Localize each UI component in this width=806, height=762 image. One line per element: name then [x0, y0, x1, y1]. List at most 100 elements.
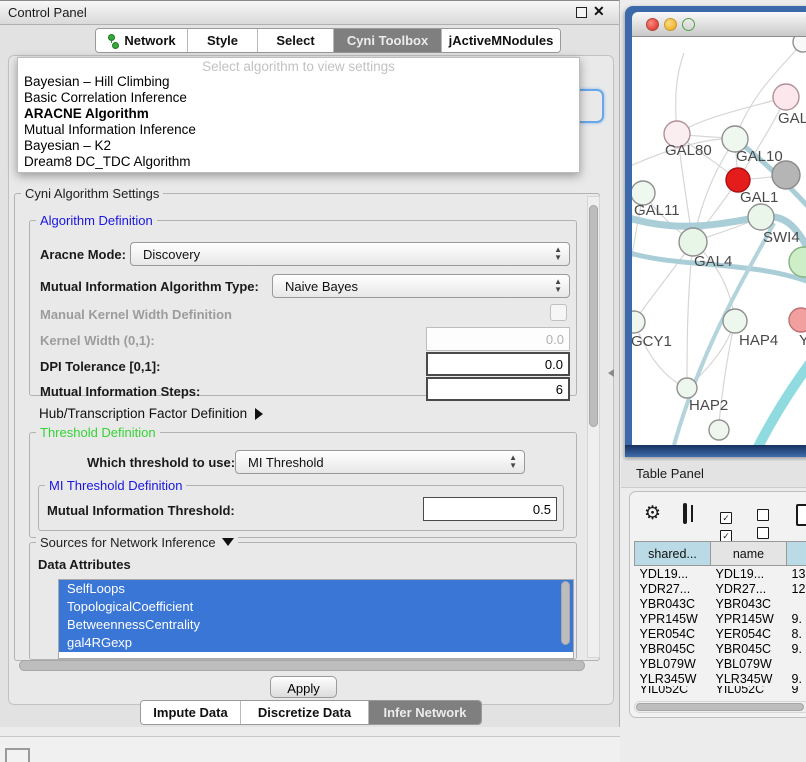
node-hap4[interactable] [723, 309, 747, 333]
gear-icon[interactable]: ⚙ [644, 504, 661, 523]
settings-vscrollbar-thumb[interactable] [589, 205, 598, 427]
tab-select[interactable]: Select [258, 29, 334, 52]
list-item[interactable]: TopologicalCoefficient [59, 598, 573, 616]
threshold-definition-group: Threshold Definition Which threshold to … [29, 432, 577, 538]
table-row[interactable]: YDR27...YDR27...12 [635, 581, 806, 596]
table-panel-title: Table Panel [636, 466, 704, 481]
column-header-partial[interactable]: A [787, 542, 806, 566]
node-salmon[interactable] [789, 308, 806, 332]
stepper-arrows-icon: ▲▼ [509, 454, 517, 470]
column-header-name[interactable]: name [711, 542, 787, 566]
kernel-width-label: Kernel Width (0,1): [40, 333, 155, 348]
panel-divider-collapse-handle[interactable] [608, 369, 614, 377]
dropdown-item[interactable]: Mutual Information Inference [24, 122, 196, 137]
bottom-tabbar: Impute Data Discretize Data Infer Networ… [140, 700, 482, 725]
columns-icon[interactable] [683, 503, 687, 524]
node-table[interactable]: shared... name A YDL19...YDL19...13 YDR2… [634, 541, 806, 693]
close-icon[interactable]: ✕ [593, 3, 605, 20]
node-partial-top[interactable] [793, 37, 806, 52]
node-gal4[interactable] [679, 228, 707, 256]
list-item[interactable]: SelfLoops [59, 580, 573, 598]
selected-value: Discovery [143, 247, 200, 262]
tab-infer-network[interactable]: Infer Network [369, 701, 481, 724]
table-hscrollbar-thumb[interactable] [636, 703, 804, 711]
list-scrollbar-thumb[interactable] [561, 581, 570, 645]
which-threshold-select[interactable]: MI Threshold ▲▼ [235, 450, 525, 474]
mi-algorithm-type-select[interactable]: Naive Bayes ▲▼ [272, 274, 570, 298]
settings-hscrollbar-thumb[interactable] [19, 660, 585, 671]
network-canvas[interactable]: GAL GAL80 GAL10 GAL1 GAL11 SWI4 GAL4 GCY… [632, 37, 806, 445]
node-gal-pink[interactable] [773, 84, 799, 110]
dropdown-item-selected[interactable]: ARACNE Algorithm [24, 106, 149, 121]
apply-button[interactable]: Apply [270, 676, 337, 698]
settings-vscrollbar[interactable] [587, 196, 600, 658]
manual-kernel-width-checkbox[interactable] [550, 304, 567, 321]
chevron-right-icon [255, 408, 263, 420]
tab-label: jActiveMNodules [449, 33, 554, 48]
table-row[interactable]: YPR145WYPR145W9. [635, 611, 806, 626]
which-threshold-label: Which threshold to use: [87, 455, 235, 470]
node-partial-bottom[interactable] [709, 420, 729, 440]
table-hscrollbar[interactable] [634, 701, 806, 713]
node-label: SWI4 [763, 229, 800, 246]
list-item[interactable]: BetweennessCentrality [59, 616, 573, 634]
dropdown-item[interactable]: Dream8 DC_TDC Algorithm [24, 154, 191, 169]
table-row[interactable]: YBR045CYBR045C9. [635, 641, 806, 656]
minimize-traffic-light[interactable] [664, 18, 677, 31]
deselect-all-columns-icon[interactable] [757, 508, 772, 544]
table-row[interactable]: YIL052CYIL052C9 [635, 686, 806, 693]
aracne-mode-select[interactable]: Discovery ▲▼ [130, 242, 570, 266]
table-row[interactable]: YBL079WYBL079W [635, 656, 806, 671]
hub-definition-expander[interactable]: Hub/Transcription Factor Definition [39, 406, 263, 421]
table-row[interactable]: YLR345WYLR345W9. [635, 671, 806, 686]
close-traffic-light[interactable] [646, 18, 659, 31]
zoom-traffic-light[interactable] [682, 18, 695, 31]
node-swi4[interactable] [748, 204, 774, 230]
tab-style[interactable]: Style [188, 29, 258, 52]
select-all-columns-icon[interactable]: ✓✓ [720, 508, 735, 544]
control-panel-tabbar: Network Style Select Cyni Toolbox jActiv… [95, 28, 561, 53]
tab-cyni-toolbox[interactable]: Cyni Toolbox [334, 29, 442, 52]
algorithm-dropdown: Select algorithm to view settings Bayesi… [17, 57, 580, 173]
mi-threshold-definition-group: MI Threshold Definition Mutual Informati… [38, 485, 564, 531]
tab-label: Network [124, 33, 175, 48]
tab-discretize-data[interactable]: Discretize Data [241, 701, 369, 724]
node-gcy1[interactable] [632, 311, 645, 333]
float-window-icon[interactable] [576, 7, 587, 18]
dropdown-item[interactable]: Bayesian – Hill Climbing [24, 74, 170, 89]
mi-threshold-field[interactable] [423, 497, 557, 521]
dropdown-item[interactable]: Basic Correlation Inference [24, 90, 187, 105]
node-big-green[interactable] [789, 247, 806, 277]
dpi-tolerance-field[interactable] [426, 352, 570, 376]
sources-group: Sources for Network Inference Data Attri… [29, 542, 577, 660]
tab-network[interactable]: Network [96, 29, 188, 52]
list-item[interactable]: gal4RGexp [59, 634, 573, 652]
table-row[interactable]: YER054CYER054C8. [635, 626, 806, 641]
kernel-width-field[interactable] [426, 327, 570, 351]
table-header-row: shared... name A [635, 542, 806, 566]
dropdown-item[interactable]: Bayesian – K2 [24, 138, 111, 153]
data-attributes-label: Data Attributes [38, 557, 131, 572]
node-gray-hub[interactable] [772, 161, 800, 189]
column-header-shared-name[interactable]: shared... [635, 542, 711, 566]
group-title: Algorithm Definition [36, 213, 157, 228]
algorithm-definition-group: Algorithm Definition Aracne Mode: Discov… [29, 220, 577, 396]
selected-value: MI Threshold [248, 455, 324, 470]
node-hap2[interactable] [677, 378, 697, 398]
export-table-icon[interactable] [796, 504, 806, 526]
tab-label: Infer Network [383, 705, 466, 720]
expander-label: Hub/Transcription Factor Definition [39, 406, 247, 421]
node-label: GAL4 [694, 253, 732, 270]
data-attributes-list[interactable]: SelfLoops TopologicalCoefficient Between… [58, 579, 574, 659]
table-row[interactable]: YBR043CYBR043C [635, 596, 806, 611]
screen: Control Panel ✕ Network Style Select Cyn… [0, 0, 806, 762]
minimized-panel-icon[interactable] [5, 748, 30, 762]
node-label: GAL11 [634, 202, 680, 219]
mi-steps-field[interactable] [426, 377, 570, 401]
node-label: GAL [778, 110, 806, 127]
tab-jactivemnodules[interactable]: jActiveMNodules [442, 29, 560, 52]
mi-steps-label: Mutual Information Steps: [40, 384, 200, 399]
tab-impute-data[interactable]: Impute Data [141, 701, 241, 724]
table-row[interactable]: YDL19...YDL19...13 [635, 566, 806, 582]
group-title: Threshold Definition [36, 425, 160, 440]
